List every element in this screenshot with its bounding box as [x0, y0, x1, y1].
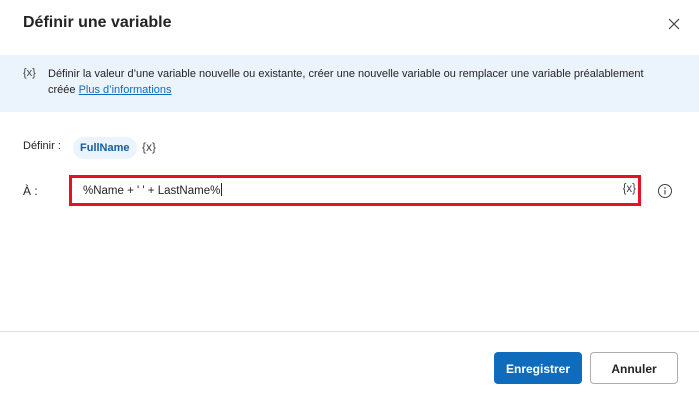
value-input[interactable]: %Name + ' ' + LastName% {x} — [69, 175, 641, 206]
dialog-title: Définir une variable — [23, 14, 172, 31]
text-caret — [221, 183, 223, 196]
value-variable-picker-icon[interactable]: {x} — [623, 183, 636, 195]
to-label: À : — [23, 184, 38, 198]
info-icon[interactable] — [657, 183, 673, 199]
info-circle-icon — [658, 184, 672, 198]
set-variable-dialog: Définir une variable {x} Définir la vale… — [0, 0, 699, 405]
define-label: Définir : — [23, 140, 61, 152]
value-text: %Name + ' ' + LastName% — [83, 183, 223, 197]
more-info-link[interactable]: Plus d’informations — [79, 84, 172, 96]
variable-picker-icon[interactable]: {x} — [142, 140, 156, 154]
variable-name-pill[interactable]: FullName — [73, 137, 137, 159]
info-text: Définir la valeur d’une variable nouvell… — [48, 66, 658, 98]
save-button[interactable]: Enregistrer — [494, 352, 582, 384]
close-button[interactable] — [664, 14, 684, 34]
value-text-content: %Name + ' ' + LastName% — [83, 185, 221, 197]
cancel-button[interactable]: Annuler — [590, 352, 678, 384]
close-icon — [668, 18, 680, 30]
footer-divider — [0, 331, 699, 332]
variable-icon: {x} — [23, 67, 36, 79]
